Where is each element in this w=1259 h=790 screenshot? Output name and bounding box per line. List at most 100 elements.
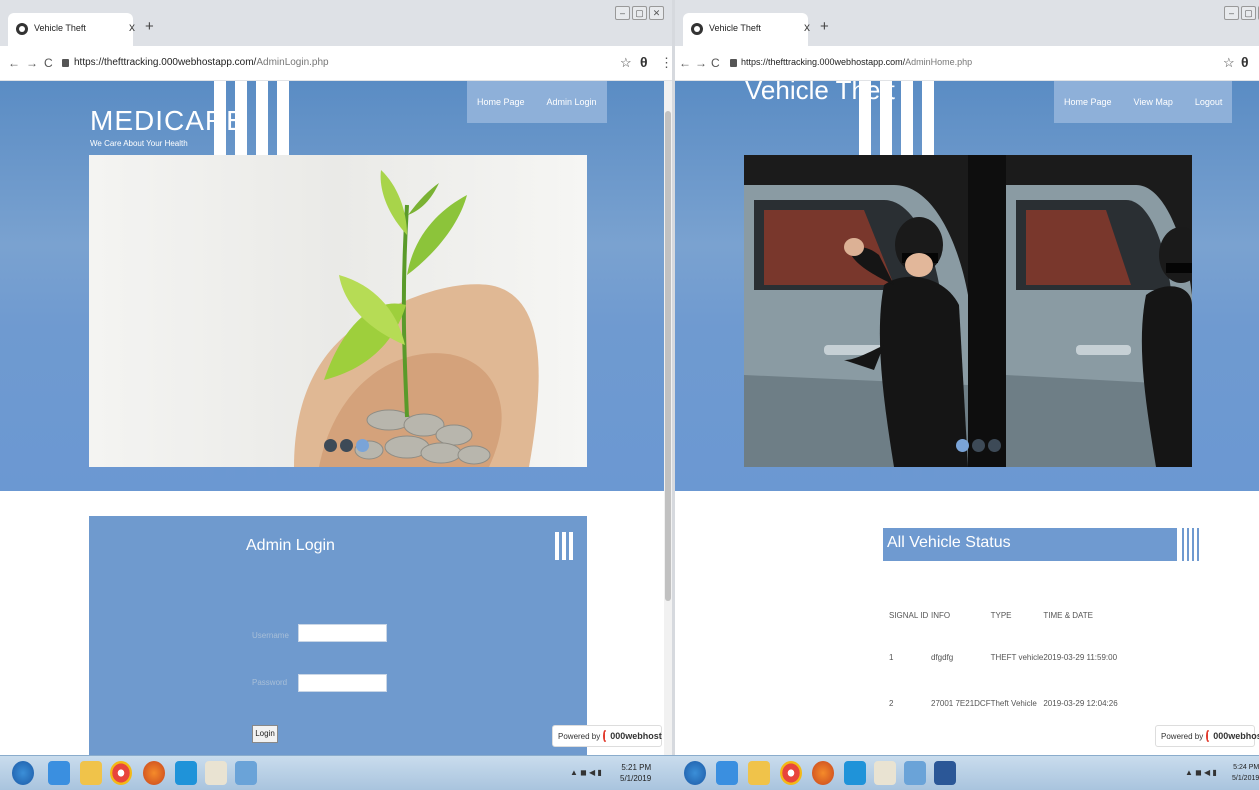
photo-viewer-icon[interactable] xyxy=(235,761,257,785)
nav-home-page[interactable]: Home Page xyxy=(477,97,525,107)
forward-icon[interactable]: → xyxy=(695,56,707,70)
clock-time: 5:21 PM xyxy=(621,763,652,772)
paint-icon[interactable] xyxy=(205,761,227,785)
tab-bar: Vehicle Theft x + – ▢ ✕ xyxy=(675,0,1259,46)
scrollbar-thumb[interactable] xyxy=(665,111,671,601)
url-field[interactable]: https://thefttracking.000webhostapp.com/… xyxy=(74,57,329,68)
col-header-type: TYPE xyxy=(990,611,1012,620)
powered-by-badge[interactable]: Powered by 000webhost xyxy=(552,725,662,747)
slider-dot[interactable] xyxy=(324,439,337,452)
back-icon[interactable]: ← xyxy=(679,56,691,70)
col-header-signal-id: SIGNAL ID xyxy=(889,611,929,620)
decorative-bars xyxy=(1182,528,1199,561)
forward-icon[interactable]: → xyxy=(26,56,38,70)
username-input[interactable] xyxy=(298,624,387,642)
page-viewport: Vehicle Theft Home Page View Map Logout xyxy=(675,81,1259,755)
photo-viewer-icon[interactable] xyxy=(904,761,926,785)
admin-login-panel: Admin Login Username Password Login xyxy=(89,516,587,755)
page-viewport: MEDICARE We Care About Your Health Home … xyxy=(0,81,664,755)
left-clock[interactable]: 5:21 PM 5/1/2019 xyxy=(620,762,651,784)
chrome-icon[interactable] xyxy=(780,761,802,785)
password-input[interactable] xyxy=(298,674,387,692)
slider-dots xyxy=(324,439,369,452)
right-clock[interactable]: 5:24 PM 5/1/2019 xyxy=(1232,762,1259,784)
nav-admin-login[interactable]: Admin Login xyxy=(547,97,597,107)
username-label: Username xyxy=(252,631,289,640)
minimize-button[interactable]: – xyxy=(1224,6,1239,20)
webhost-logo-icon xyxy=(1206,730,1211,742)
slider-dot[interactable] xyxy=(340,439,353,452)
windows-start-icon[interactable] xyxy=(12,761,34,785)
slider-dot[interactable] xyxy=(972,439,985,452)
hero-slide-image xyxy=(89,155,587,467)
browser-tab[interactable]: Vehicle Theft x xyxy=(8,13,135,46)
new-tab-button[interactable]: + xyxy=(820,18,829,35)
folder-icon[interactable] xyxy=(80,761,102,785)
new-tab-button[interactable]: + xyxy=(145,18,154,35)
back-icon[interactable]: ← xyxy=(8,56,20,70)
nav-home-page[interactable]: Home Page xyxy=(1064,97,1112,107)
powered-by-brand: 000webhost xyxy=(1213,731,1259,741)
close-tab-icon[interactable]: x xyxy=(804,20,810,34)
skype-icon[interactable] xyxy=(844,761,866,785)
brand: MEDICARE We Care About Your Health xyxy=(90,105,246,148)
bookmark-star-icon[interactable]: ☆ xyxy=(1223,55,1235,71)
close-window-button[interactable]: ✕ xyxy=(649,6,664,20)
col-header-time-date: TIME & DATE xyxy=(1043,611,1093,620)
right-browser-window: Vehicle Theft x + – ▢ ✕ ← → C https://th… xyxy=(672,0,1259,755)
firefox-icon[interactable] xyxy=(143,761,165,785)
windows-start-icon[interactable] xyxy=(684,761,706,785)
col-header-info: INFO xyxy=(931,611,951,620)
account-icon[interactable]: θ xyxy=(1241,54,1249,70)
clock-date: 5/1/2019 xyxy=(1232,775,1259,782)
minimize-button[interactable]: – xyxy=(615,6,630,20)
hero-section: Vehicle Theft Home Page View Map Logout xyxy=(675,81,1259,491)
nav-logout[interactable]: Logout xyxy=(1195,97,1223,107)
page-scrollbar[interactable] xyxy=(664,81,672,755)
webhost-logo-icon xyxy=(603,730,608,742)
word-icon[interactable] xyxy=(934,761,956,785)
left-browser-window: Vehicle Theft x + – ▢ ✕ ← → C https://th… xyxy=(0,0,672,755)
chrome-icon[interactable] xyxy=(110,761,132,785)
decorative-stripes-bottom xyxy=(214,467,289,491)
clock-time: 5:24 PM xyxy=(1233,764,1259,771)
close-tab-icon[interactable]: x xyxy=(129,20,135,34)
password-label: Password xyxy=(252,678,288,687)
ie-icon[interactable] xyxy=(48,761,70,785)
site-favicon-icon xyxy=(16,23,28,35)
nav-view-map[interactable]: View Map xyxy=(1134,97,1173,107)
url-path: AdminHome.php xyxy=(905,57,973,67)
clock-date: 5/1/2019 xyxy=(620,774,652,783)
powered-by-brand: 000webhost xyxy=(610,731,662,741)
browser-tab[interactable]: Vehicle Theft x xyxy=(683,13,810,46)
tray-icons[interactable]: ▲ ◼ ◀ ▮ xyxy=(1185,768,1217,777)
reload-icon[interactable]: C xyxy=(711,56,720,70)
folder-icon[interactable] xyxy=(748,761,770,785)
url-field[interactable]: https://thefttracking.000webhostapp.com/… xyxy=(741,57,972,67)
reload-icon[interactable]: C xyxy=(44,56,53,70)
tray-icons[interactable]: ▲ ◼ ◀ ▮ xyxy=(570,768,602,777)
cell-time-date: 2019-03-29 11:59:00 xyxy=(1043,653,1118,662)
cell-time-date: 2019-03-29 12:04:26 xyxy=(1043,699,1118,708)
cell-signal-id: 1 xyxy=(889,653,894,662)
bookmark-star-icon[interactable]: ☆ xyxy=(620,55,632,71)
site-title: Vehicle Theft xyxy=(745,81,895,105)
ie-icon[interactable] xyxy=(716,761,738,785)
decorative-bars xyxy=(555,532,573,560)
cell-signal-id: 2 xyxy=(889,699,894,708)
browser-menu-icon[interactable]: ⋮ xyxy=(660,55,672,71)
lock-icon xyxy=(730,59,737,67)
slider-dot[interactable] xyxy=(988,439,1001,452)
maximize-button[interactable]: ▢ xyxy=(1241,6,1256,20)
maximize-button[interactable]: ▢ xyxy=(632,6,647,20)
cell-info: dfgdfg xyxy=(931,653,954,662)
firefox-icon[interactable] xyxy=(812,761,834,785)
login-button[interactable]: Login xyxy=(252,725,278,743)
slider-dot-active[interactable] xyxy=(356,439,369,452)
table-header-row: SIGNAL ID INFO TYPE TIME & DATE xyxy=(889,611,1118,653)
powered-by-badge[interactable]: Powered by 000webhost xyxy=(1155,725,1259,747)
paint-icon[interactable] xyxy=(874,761,896,785)
slider-dot-active[interactable] xyxy=(956,439,969,452)
account-icon[interactable]: θ xyxy=(640,54,648,70)
skype-icon[interactable] xyxy=(175,761,197,785)
